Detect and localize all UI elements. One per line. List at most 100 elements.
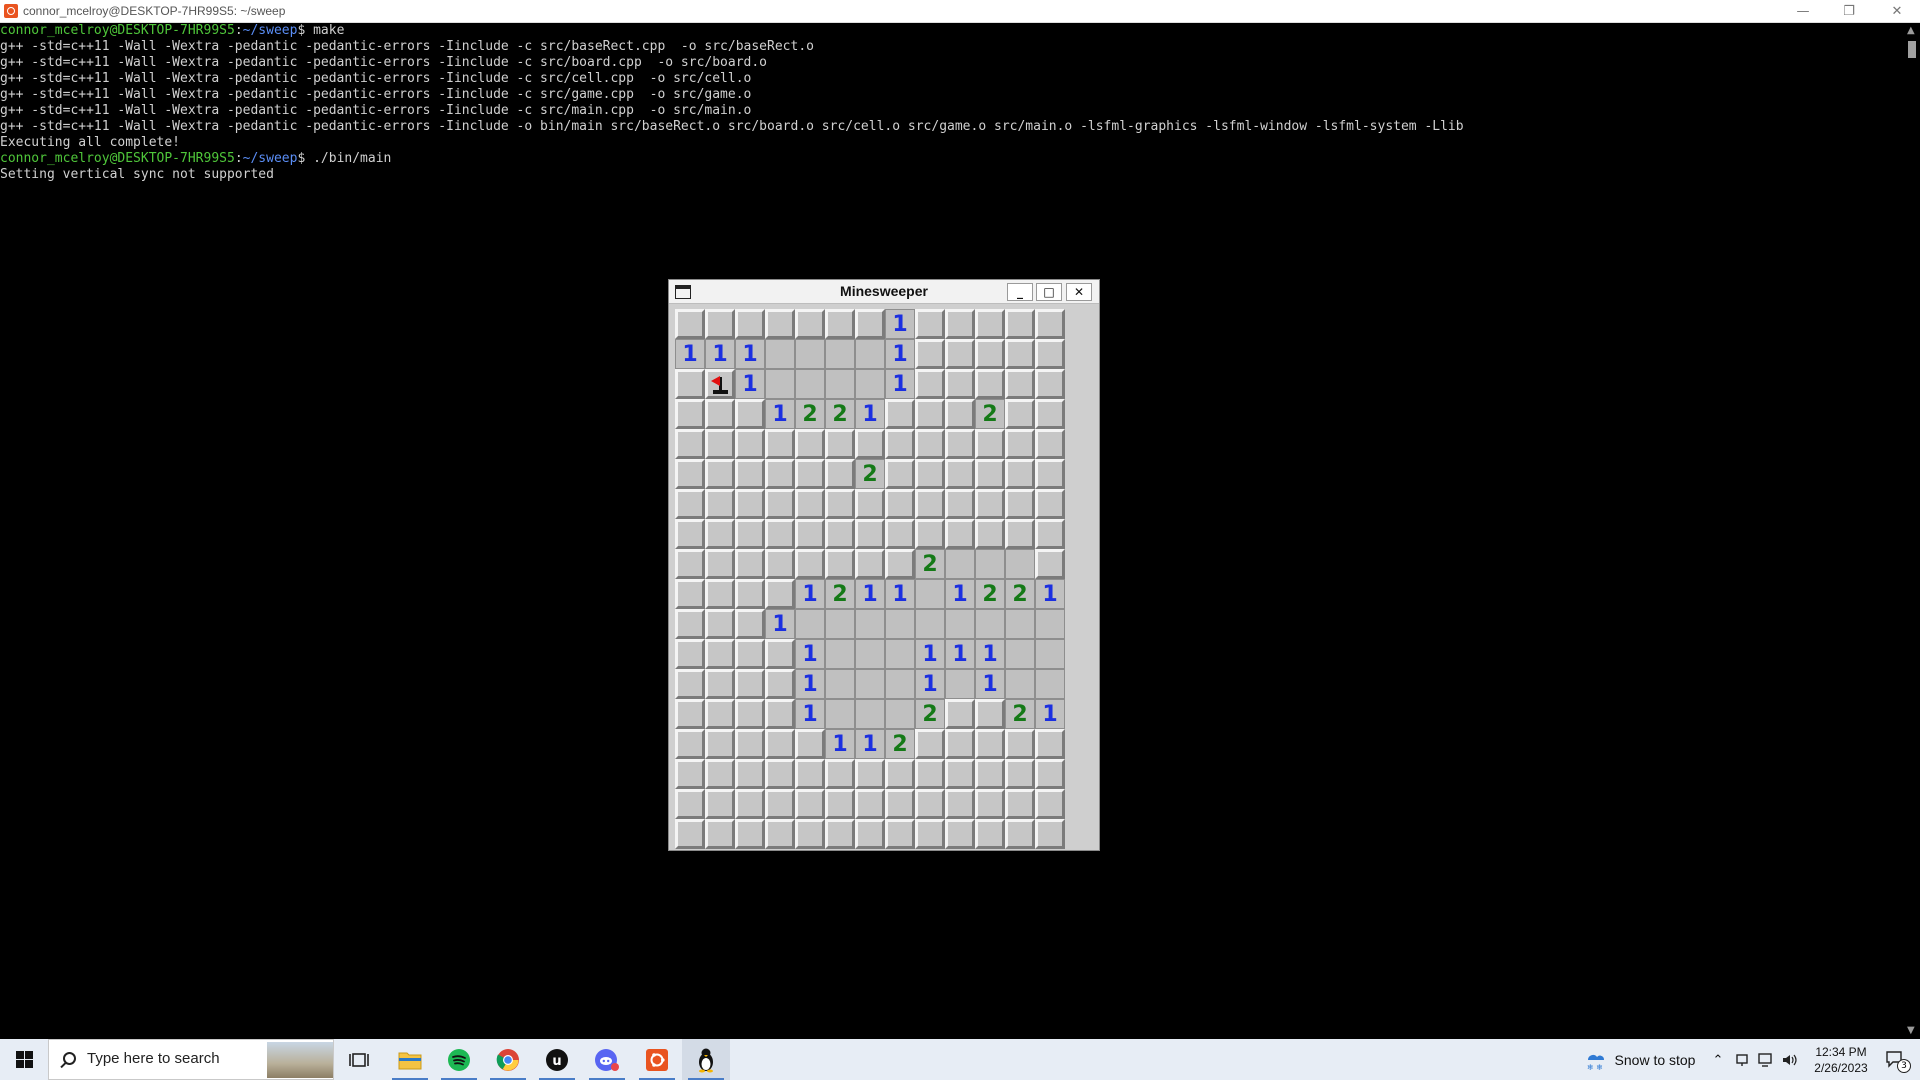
closed-cell[interactable] — [675, 369, 705, 399]
ubuntu-button[interactable] — [633, 1039, 681, 1080]
closed-cell[interactable] — [765, 459, 795, 489]
closed-cell[interactable] — [705, 609, 735, 639]
number-cell[interactable]: 2 — [855, 459, 885, 489]
open-cell[interactable] — [825, 639, 855, 669]
closed-cell[interactable] — [705, 459, 735, 489]
closed-cell[interactable] — [975, 429, 1005, 459]
number-cell[interactable]: 1 — [885, 309, 915, 339]
closed-cell[interactable] — [975, 819, 1005, 849]
open-cell[interactable] — [825, 699, 855, 729]
closed-cell[interactable] — [795, 819, 825, 849]
number-cell[interactable]: 2 — [1005, 699, 1035, 729]
minesweeper-titlebar[interactable]: Minesweeper _ □ ✕ — [669, 280, 1099, 304]
closed-cell[interactable] — [735, 759, 765, 789]
open-cell[interactable] — [945, 609, 975, 639]
closed-cell[interactable] — [705, 669, 735, 699]
open-cell[interactable] — [795, 369, 825, 399]
number-cell[interactable]: 1 — [915, 669, 945, 699]
closed-cell[interactable] — [885, 549, 915, 579]
closed-cell[interactable] — [735, 729, 765, 759]
file-explorer-button[interactable] — [386, 1039, 434, 1080]
closed-cell[interactable] — [735, 669, 765, 699]
closed-cell[interactable] — [765, 489, 795, 519]
closed-cell[interactable] — [825, 459, 855, 489]
number-cell[interactable]: 1 — [795, 579, 825, 609]
closed-cell[interactable] — [705, 699, 735, 729]
closed-cell[interactable] — [705, 309, 735, 339]
search-highlight-image[interactable] — [267, 1042, 333, 1078]
tray-overflow-button[interactable]: ⌃ — [1708, 1039, 1728, 1080]
number-cell[interactable]: 2 — [1005, 579, 1035, 609]
open-cell[interactable] — [885, 609, 915, 639]
open-cell[interactable] — [765, 369, 795, 399]
closed-cell[interactable] — [885, 759, 915, 789]
closed-cell[interactable] — [975, 699, 1005, 729]
closed-cell[interactable] — [735, 519, 765, 549]
open-cell[interactable] — [855, 669, 885, 699]
minesweeper-minimize-button[interactable]: _ — [1007, 283, 1033, 301]
closed-cell[interactable] — [945, 489, 975, 519]
number-cell[interactable]: 1 — [735, 339, 765, 369]
closed-cell[interactable] — [735, 789, 765, 819]
closed-cell[interactable] — [855, 549, 885, 579]
closed-cell[interactable] — [675, 789, 705, 819]
closed-cell[interactable] — [825, 549, 855, 579]
closed-cell[interactable] — [945, 699, 975, 729]
number-cell[interactable]: 1 — [765, 609, 795, 639]
open-cell[interactable] — [945, 669, 975, 699]
open-cell[interactable] — [1005, 669, 1035, 699]
closed-cell[interactable] — [1005, 429, 1035, 459]
closed-cell[interactable] — [735, 429, 765, 459]
closed-cell[interactable] — [1005, 369, 1035, 399]
number-cell[interactable]: 2 — [975, 579, 1005, 609]
number-cell[interactable]: 1 — [675, 339, 705, 369]
open-cell[interactable] — [945, 549, 975, 579]
scroll-down-icon[interactable]: ▼ — [1907, 1025, 1915, 1036]
closed-cell[interactable] — [1035, 489, 1065, 519]
closed-cell[interactable] — [1035, 729, 1065, 759]
search-input[interactable] — [87, 1050, 287, 1067]
number-cell[interactable]: 1 — [885, 579, 915, 609]
closed-cell[interactable] — [765, 549, 795, 579]
number-cell[interactable]: 2 — [915, 549, 945, 579]
open-cell[interactable] — [795, 339, 825, 369]
closed-cell[interactable] — [765, 639, 795, 669]
closed-cell[interactable] — [765, 699, 795, 729]
restore-button[interactable]: ❐ — [1826, 0, 1872, 22]
open-cell[interactable] — [795, 609, 825, 639]
number-cell[interactable]: 1 — [1035, 699, 1065, 729]
open-cell[interactable] — [885, 699, 915, 729]
closed-cell[interactable] — [675, 819, 705, 849]
spotify-button[interactable] — [435, 1039, 483, 1080]
open-cell[interactable] — [885, 639, 915, 669]
closed-cell[interactable] — [945, 309, 975, 339]
closed-cell[interactable] — [735, 489, 765, 519]
closed-cell[interactable] — [885, 489, 915, 519]
open-cell[interactable] — [765, 339, 795, 369]
closed-cell[interactable] — [975, 339, 1005, 369]
search-box[interactable] — [48, 1039, 334, 1080]
closed-cell[interactable] — [1035, 369, 1065, 399]
closed-cell[interactable] — [705, 489, 735, 519]
closed-cell[interactable] — [735, 819, 765, 849]
closed-cell[interactable] — [1035, 789, 1065, 819]
closed-cell[interactable] — [855, 789, 885, 819]
closed-cell[interactable] — [1005, 789, 1035, 819]
number-cell[interactable]: 1 — [885, 339, 915, 369]
closed-cell[interactable] — [675, 519, 705, 549]
number-cell[interactable]: 2 — [825, 399, 855, 429]
closed-cell[interactable] — [705, 579, 735, 609]
closed-cell[interactable] — [675, 579, 705, 609]
closed-cell[interactable] — [975, 489, 1005, 519]
closed-cell[interactable] — [825, 309, 855, 339]
closed-cell[interactable] — [1005, 519, 1035, 549]
number-cell[interactable]: 2 — [975, 399, 1005, 429]
discord-button[interactable] — [583, 1039, 631, 1080]
weather-widget[interactable]: ❄ ❄ Snow to stop — [1578, 1039, 1700, 1080]
tray-meet-button[interactable] — [1732, 1039, 1752, 1080]
closed-cell[interactable] — [885, 789, 915, 819]
open-cell[interactable] — [1035, 639, 1065, 669]
closed-cell[interactable] — [945, 369, 975, 399]
start-button[interactable] — [0, 1039, 48, 1080]
number-cell[interactable]: 1 — [855, 729, 885, 759]
